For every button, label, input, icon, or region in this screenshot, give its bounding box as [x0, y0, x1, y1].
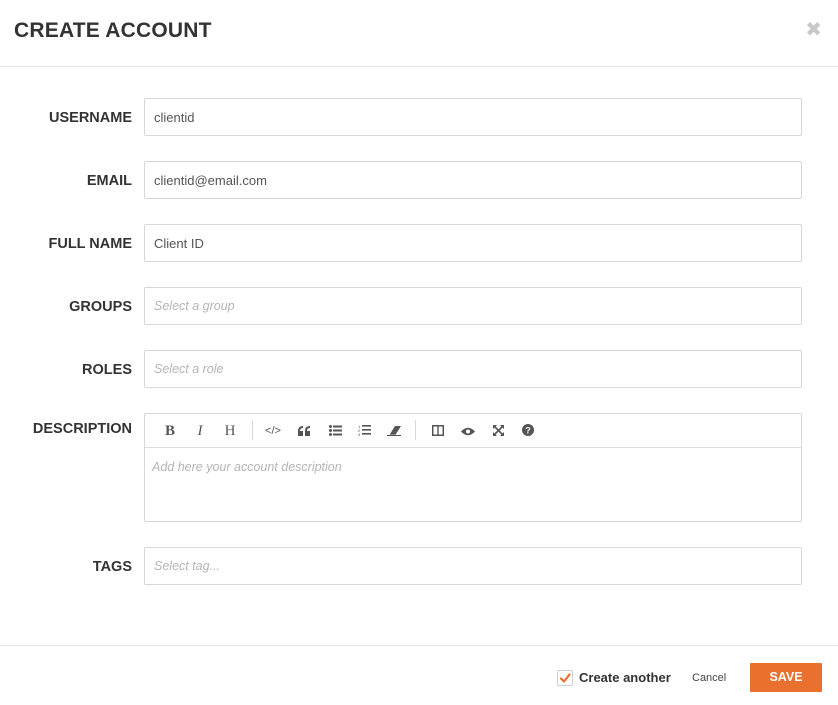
create-another-checkbox[interactable]: [557, 670, 573, 686]
checkmark-icon: [559, 673, 571, 683]
roles-placeholder: Select a role: [154, 362, 224, 376]
fullname-input[interactable]: Client ID: [144, 224, 802, 262]
roles-select[interactable]: Select a role: [144, 350, 802, 388]
svg-text:?: ?: [525, 426, 531, 436]
close-icon[interactable]: ✖: [805, 20, 822, 40]
fullname-label: FULL NAME: [48, 236, 132, 252]
unordered-list-icon[interactable]: [325, 422, 345, 440]
svg-text:3: 3: [358, 432, 361, 436]
help-icon[interactable]: ?: [518, 422, 538, 440]
modal-header: CREATE ACCOUNT ✖: [0, 0, 838, 67]
ordered-list-icon[interactable]: 123: [354, 422, 374, 440]
email-label: EMAIL: [86, 173, 132, 189]
groups-placeholder: Select a group: [154, 299, 235, 313]
editor-toolbar: B I H </> 123 ?: [145, 414, 801, 448]
username-input[interactable]: clientid: [144, 98, 802, 136]
fullname-value: Client ID: [154, 236, 204, 251]
preview-icon[interactable]: [458, 422, 478, 440]
email-value: clientid@email.com: [154, 173, 267, 188]
email-input[interactable]: clientid@email.com: [144, 161, 802, 199]
toolbar-separator: [252, 420, 253, 440]
description-editor[interactable]: B I H </> 123 ? Add here your account de…: [144, 413, 802, 522]
save-button[interactable]: SAVE: [750, 663, 822, 692]
tags-select[interactable]: Select tag...: [144, 547, 802, 585]
tags-label: TAGS: [92, 559, 132, 575]
fullscreen-icon[interactable]: [488, 422, 508, 440]
side-by-side-icon[interactable]: [428, 422, 448, 440]
username-label: USERNAME: [49, 110, 132, 126]
create-another-label[interactable]: Create another: [579, 670, 671, 685]
description-placeholder: Add here your account description: [152, 460, 342, 474]
modal-title: CREATE ACCOUNT: [14, 19, 212, 42]
username-value: clientid: [154, 110, 195, 125]
tags-placeholder: Select tag...: [154, 559, 221, 573]
toolbar-separator: [415, 420, 416, 440]
groups-select[interactable]: Select a group: [144, 287, 802, 325]
heading-icon[interactable]: H: [220, 422, 240, 440]
quote-icon[interactable]: [294, 422, 314, 440]
description-label: DESCRIPTION: [32, 421, 132, 437]
roles-label: ROLES: [82, 362, 132, 378]
cancel-button[interactable]: Cancel: [692, 672, 726, 684]
code-icon[interactable]: </>: [263, 422, 283, 440]
italic-icon[interactable]: I: [190, 422, 210, 440]
eraser-icon[interactable]: [384, 422, 404, 440]
bold-icon[interactable]: B: [160, 422, 180, 440]
groups-label: GROUPS: [69, 299, 132, 315]
